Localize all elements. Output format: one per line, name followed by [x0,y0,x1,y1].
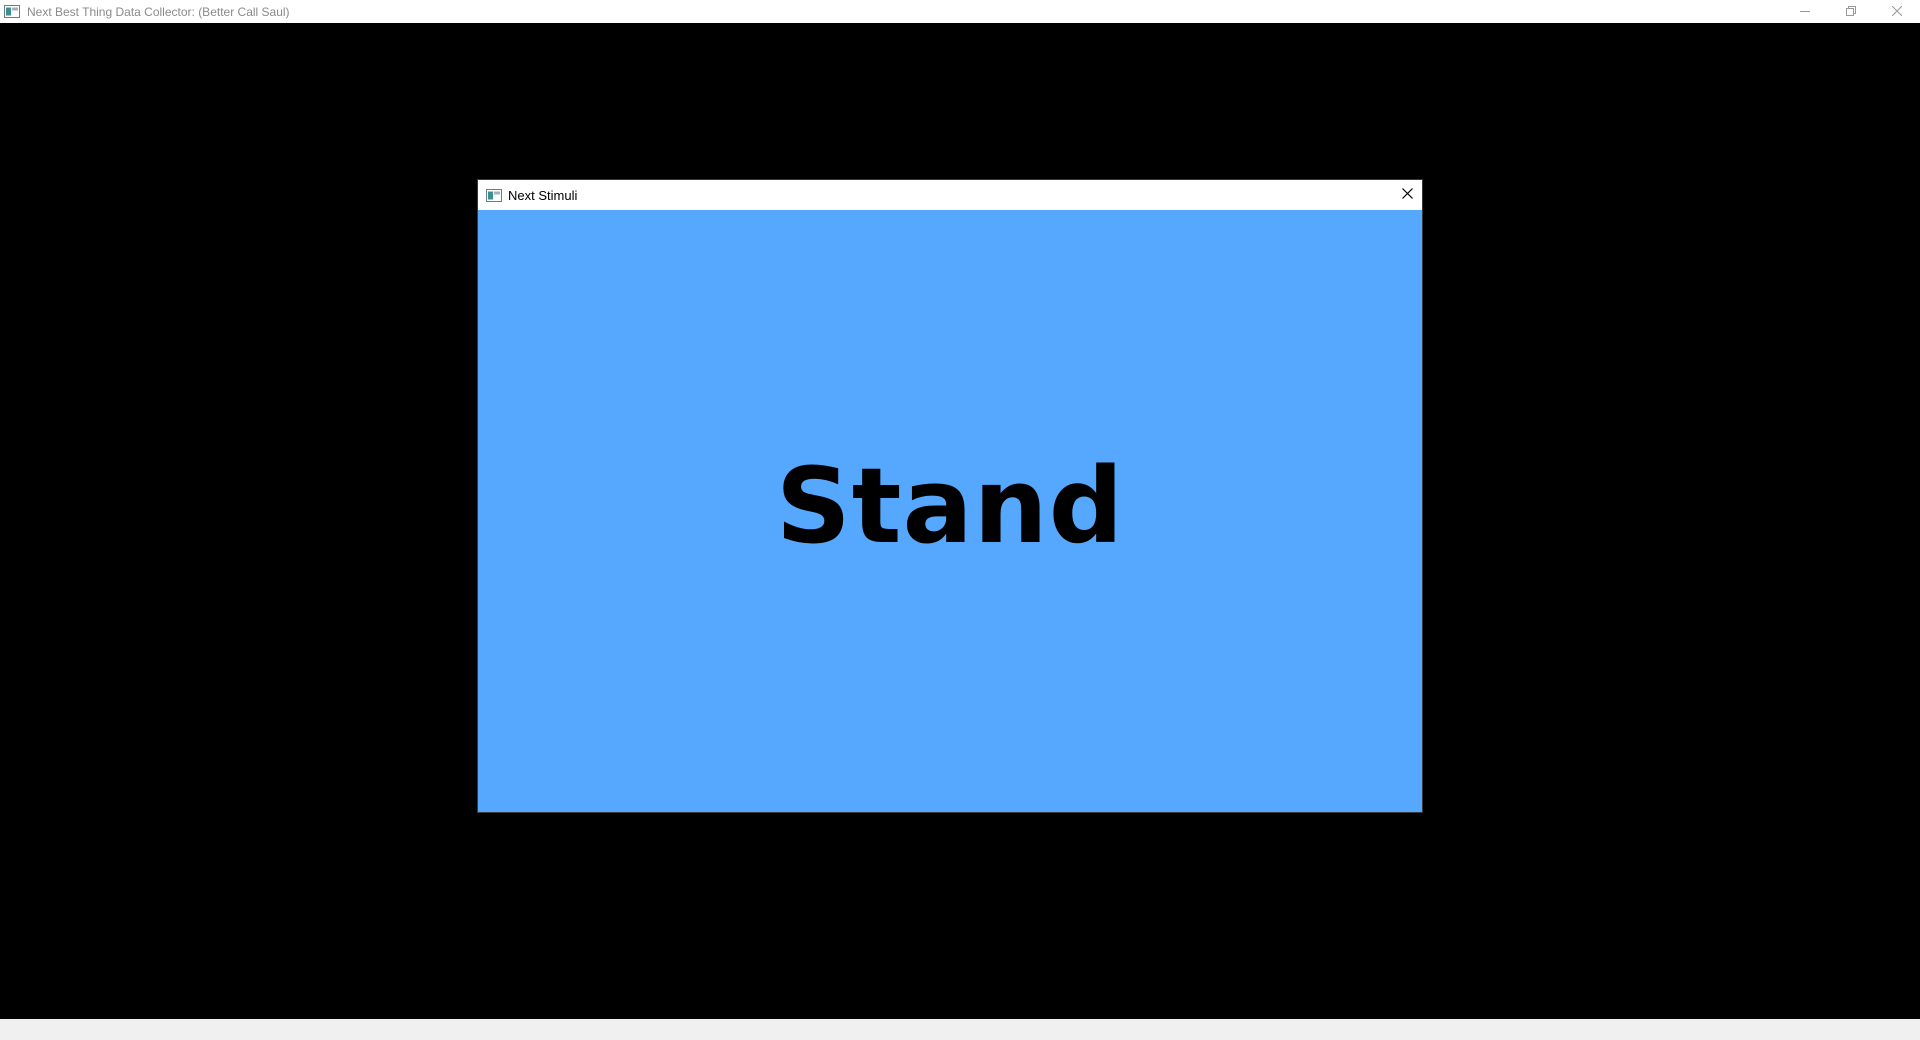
stimulus-word: Stand [775,445,1125,567]
status-strip [0,1019,1920,1040]
dialog-close-button[interactable] [1392,180,1422,210]
app-window-icon [4,5,20,18]
restore-button[interactable] [1828,0,1874,23]
close-icon [1891,3,1903,21]
window-title: Next Best Thing Data Collector: (Better … [27,4,290,19]
restore-icon [1846,3,1856,21]
close-button[interactable] [1874,0,1920,23]
next-stimuli-dialog: Next Stimuli Stand [478,180,1422,812]
app-window-icon [486,188,502,202]
main-window: Next Best Thing Data Collector: (Better … [0,0,1920,1040]
stimulus-panel: Stand [478,210,1422,812]
dialog-title: Next Stimuli [508,187,578,203]
window-controls [1782,0,1920,23]
minimize-icon [1800,3,1810,21]
main-titlebar[interactable]: Next Best Thing Data Collector: (Better … [0,0,1920,23]
dialog-titlebar[interactable]: Next Stimuli [478,180,1422,210]
minimize-button[interactable] [1782,0,1828,23]
close-icon [1401,186,1413,204]
